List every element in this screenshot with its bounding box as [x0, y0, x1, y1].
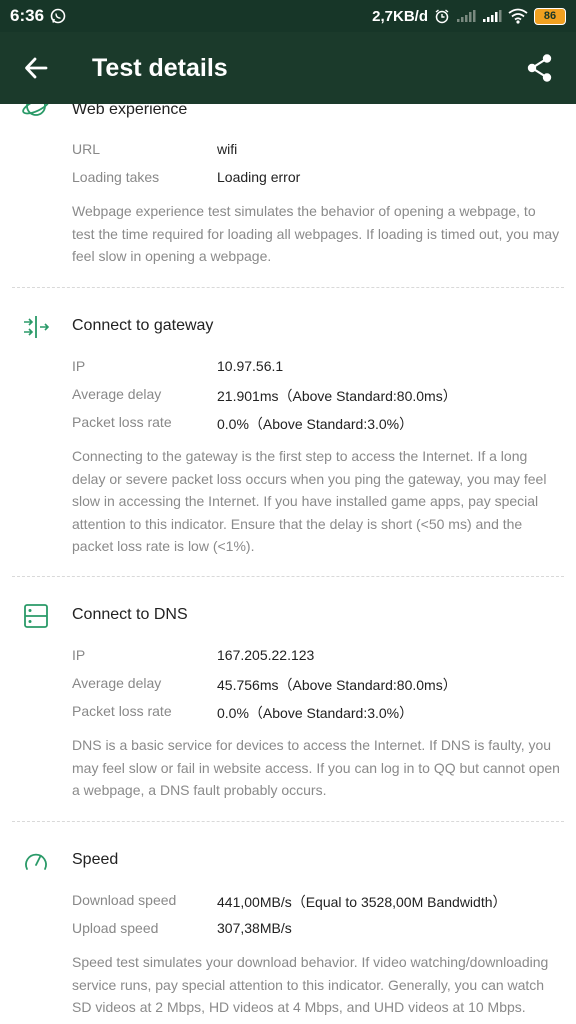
section-description: DNS is a basic service for devices to ac… [72, 737, 560, 798]
row-label-upload-speed: Upload speed [72, 920, 159, 936]
share-icon [527, 54, 552, 82]
section-title: Speed [72, 851, 119, 868]
row-label-download-speed: Download speed [72, 892, 177, 908]
status-bar-right: 2,7KB/d 86 [372, 7, 566, 25]
row-label-ip: IP [72, 647, 86, 663]
section-description: Connecting to the gateway is the first s… [72, 448, 547, 554]
planet-icon [22, 104, 50, 116]
row-label-average-delay: Average delay [72, 386, 162, 402]
battery-level: 86 [543, 10, 557, 22]
test-details-content[interactable]: Web experience URL wifi Loading takes Lo… [0, 104, 576, 1024]
row-value-loading: Loading error [217, 169, 301, 185]
speedometer-icon [25, 853, 47, 870]
wifi-icon [508, 8, 528, 24]
row-label-packet-loss: Packet loss rate [72, 414, 172, 430]
section-divider [12, 821, 564, 822]
row-value-packet-loss: 0.0%（Above Standard:3.0%） [217, 705, 414, 721]
row-value-packet-loss: 0.0%（Above Standard:3.0%） [217, 416, 414, 432]
section-title: Web experience [72, 104, 188, 118]
row-value-url: wifi [217, 141, 238, 157]
server-icon [24, 604, 48, 628]
section-description: Speed test simulates your download behav… [72, 954, 549, 1015]
row-label-url: URL [72, 141, 101, 157]
alarm-icon [434, 8, 450, 24]
arrow-left-icon [25, 57, 48, 79]
page-title: Test details [92, 53, 228, 82]
section-divider [12, 287, 564, 288]
network-speed: 2,7KB/d [372, 7, 428, 25]
row-label-packet-loss: Packet loss rate [72, 703, 172, 719]
row-value-ip: 10.97.56.1 [217, 358, 284, 374]
row-value-ip: 167.205.22.123 [217, 647, 315, 663]
status-bar-left: 6:36 [10, 6, 66, 26]
row-label-average-delay: Average delay [72, 675, 162, 691]
row-label-ip: IP [72, 358, 86, 374]
section-divider [12, 576, 564, 577]
section-description: Webpage experience test simulates the be… [72, 203, 560, 264]
section-title: Connect to gateway [72, 317, 214, 334]
signal-icon [482, 9, 502, 23]
row-value-average-delay: 21.901ms（Above Standard:80.0ms） [217, 388, 457, 404]
row-value-average-delay: 45.756ms（Above Standard:80.0ms） [217, 677, 457, 693]
back-button[interactable] [0, 32, 72, 104]
signal-icon [456, 9, 476, 23]
row-value-download-speed: 441,00MB/s（Equal to 3528,00M Bandwidth） [217, 894, 507, 910]
whatsapp-icon [50, 8, 66, 24]
row-label-loading: Loading takes [72, 169, 160, 185]
share-button[interactable] [504, 32, 576, 104]
section-title: Connect to DNS [72, 606, 188, 623]
status-time: 6:36 [10, 6, 45, 25]
status-bar: 6:36 2,7KB/d 86 [0, 0, 576, 32]
row-value-upload-speed: 307,38MB/s [217, 920, 292, 936]
battery-icon: 86 [534, 7, 566, 25]
app-bar: Test details [0, 32, 576, 104]
gateway-arrows-icon [24, 316, 50, 338]
